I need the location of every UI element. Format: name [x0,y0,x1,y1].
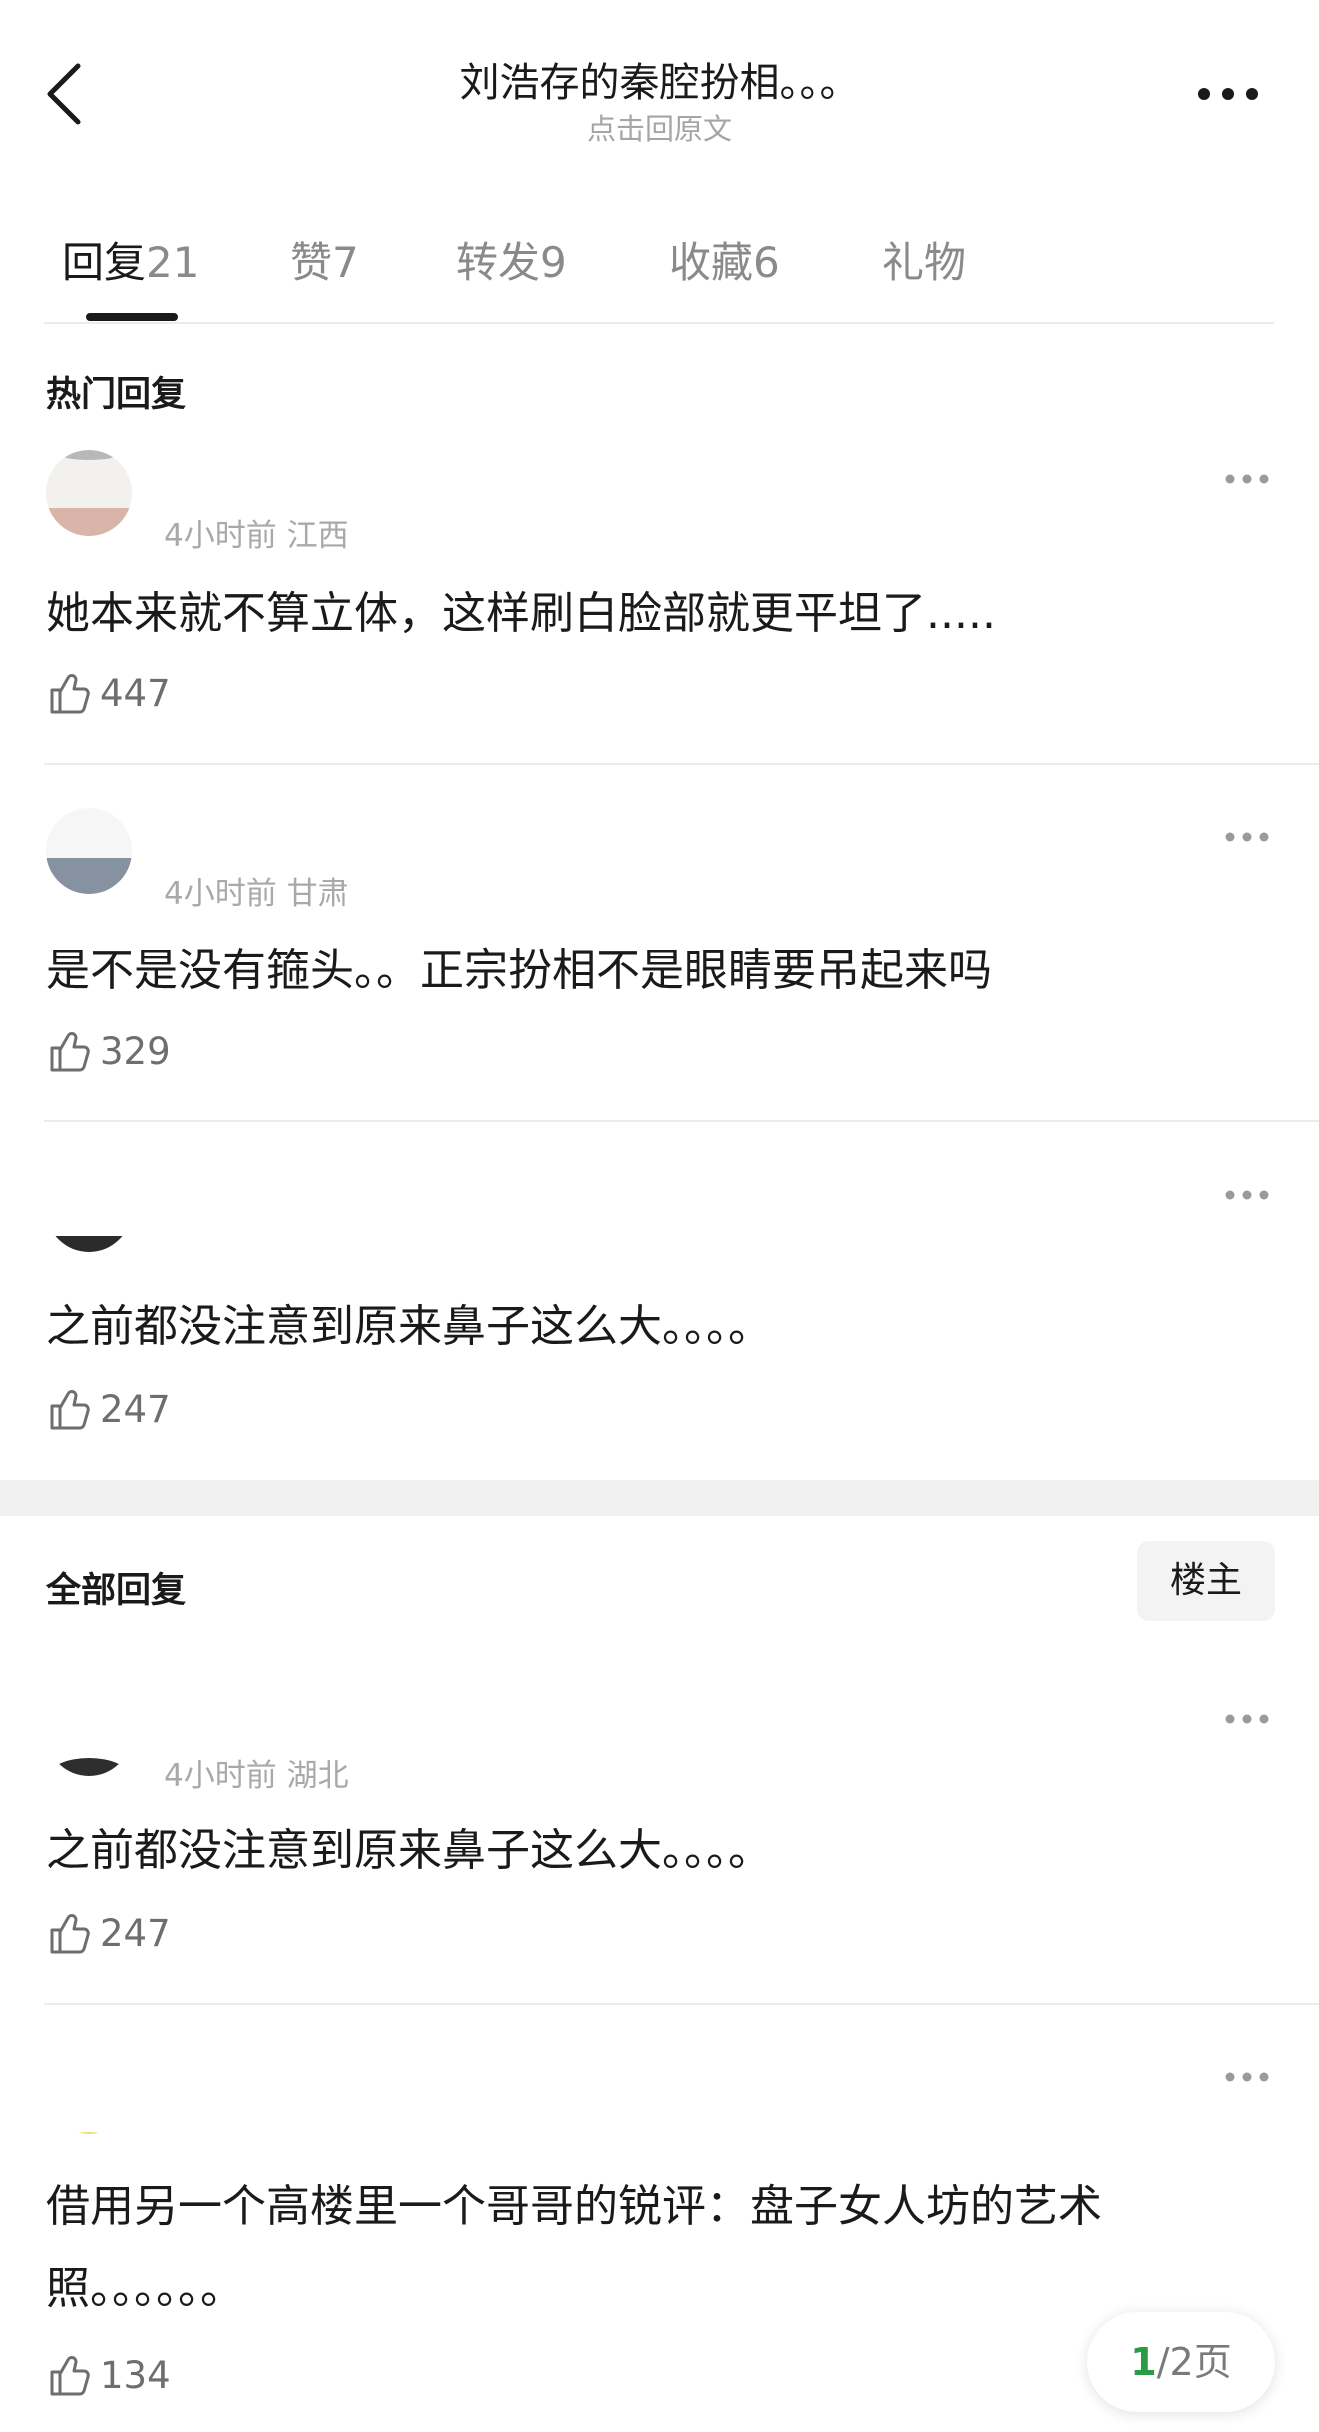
comment-text: 借用另一个高楼里一个哥哥的锐评：盘子女人坊的艺术 照。。。。。。 [46,2166,1276,2330]
total-pages: /2页 [1156,2340,1232,2384]
tab-label: 赞 [290,238,333,287]
more-horizontal-icon [1198,88,1258,100]
active-tab-indicator [86,313,178,321]
comment-item: 4小时前 江西 她本来就不算立体，这样刷白脸部就更平坦了..... 447 [0,450,1319,765]
more-horizontal-icon [1225,832,1269,842]
comment-text: 是不是没有箍头。。正宗扮相不是眼睛要吊起来吗 [46,945,992,996]
tab-label: 回复 [62,238,147,287]
comment-text: 之前都没注意到原来鼻子这么大。。。。 [46,1301,772,1352]
more-horizontal-icon [1225,474,1269,484]
comment-text-line: 借用另一个高楼里一个哥哥的锐评：盘子女人坊的艺术 [46,2181,1102,2232]
like-button[interactable]: 247 [46,1382,171,1436]
avatar[interactable] [46,808,132,894]
tab-count: 9 [540,238,567,287]
more-horizontal-icon [1225,1190,1269,1200]
tab-reposts[interactable]: 转发9 [456,229,567,290]
thumbs-up-icon [50,1914,90,1954]
comment-meta: 4小时前 江西 [164,518,349,554]
top-bar: 刘浩存的秦腔扮相。。。 点击回原文 [0,0,1319,175]
like-count: 329 [100,1029,171,1073]
tab-count: 7 [332,238,359,287]
like-button[interactable]: 134 [46,2348,171,2402]
owner-only-filter-button[interactable]: 楼主 [1137,1541,1275,1621]
like-count: 447 [100,671,171,715]
thumbs-up-icon [50,2356,90,2396]
like-button[interactable]: 329 [46,1024,171,1078]
page-title: 刘浩存的秦腔扮相。。。 [459,60,860,106]
more-horizontal-icon [1225,2072,1269,2082]
like-button[interactable]: 447 [46,666,171,720]
like-count: 134 [100,2353,171,2397]
tab-count: 6 [753,238,780,287]
comment-more-button[interactable] [1222,1704,1272,1734]
current-page: 1 [1130,2340,1157,2384]
tab-label: 礼物 [882,238,967,287]
tab-likes[interactable]: 赞7 [290,229,359,290]
tab-favorites[interactable]: 收藏6 [669,229,780,290]
comment-meta: 4小时前 湖北 [164,1758,349,1794]
tab-bar: 回复21 赞7 转发9 收藏6 礼物 [44,215,1274,325]
comment-divider [44,2003,1319,2005]
comment-divider [44,1120,1319,1122]
tabs-divider [44,322,1274,324]
thumbs-up-icon [50,1390,90,1430]
tab-replies[interactable]: 回复21 [62,229,199,290]
comment-item: 之前都没注意到原来鼻子这么大。。。。 247 [0,1166,1319,1480]
comment-divider [44,763,1319,765]
comment-more-button[interactable] [1222,2062,1272,2092]
thumbs-up-icon [50,1032,90,1072]
page-indicator[interactable]: 1/2页 [1087,2312,1275,2412]
avatar[interactable] [46,450,132,536]
tab-label: 收藏 [669,238,754,287]
avatar[interactable] [46,1166,132,1252]
thumbs-up-icon [50,674,90,714]
comment-text-line: 照。。。。。。 [46,2263,244,2314]
comment-more-button[interactable] [1222,464,1272,494]
comment-text: 之前都没注意到原来鼻子这么大。。。。 [46,1825,772,1876]
tab-gifts[interactable]: 礼物 [882,229,966,290]
avatar[interactable] [46,1690,132,1776]
hot-replies-title: 热门回复 [46,375,187,415]
tab-label: 转发 [456,238,541,287]
more-button[interactable] [1192,72,1264,116]
section-separator [0,1480,1319,1516]
comment-more-button[interactable] [1222,1180,1272,1210]
all-replies-title: 全部回复 [46,1571,187,1611]
comment-item: 4小时前 甘肃 是不是没有箍头。。正宗扮相不是眼睛要吊起来吗 329 [0,808,1319,1120]
comment-text: 她本来就不算立体，这样刷白脸部就更平坦了..... [46,588,996,639]
more-horizontal-icon [1225,1714,1269,1724]
back-to-original-link[interactable]: 点击回原文 [0,106,1319,148]
like-button[interactable]: 247 [46,1906,171,1960]
avatar[interactable] [46,2048,132,2134]
like-count: 247 [100,1387,171,1431]
comment-item: 4小时前 湖北 之前都没注意到原来鼻子这么大。。。。 247 [0,1690,1319,2004]
tab-count: 21 [146,238,200,287]
comment-more-button[interactable] [1222,822,1272,852]
comment-meta: 4小时前 甘肃 [164,876,349,912]
like-count: 247 [100,1911,171,1955]
